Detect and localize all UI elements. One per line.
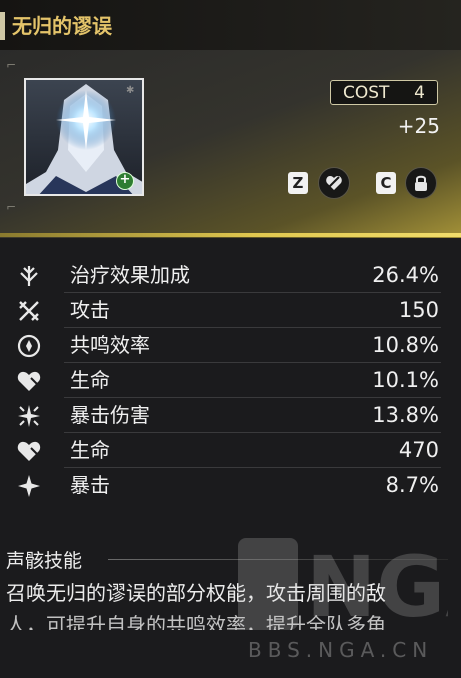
stat-name: 生命 xyxy=(70,438,110,462)
header-accent-bar xyxy=(0,12,5,40)
stat-name: 攻击 xyxy=(70,298,110,322)
svg-text:NGA: NGA xyxy=(306,538,448,630)
stat-value: 10.1% xyxy=(372,368,439,392)
stat-row: 治疗效果加成 26.4% xyxy=(0,258,461,293)
header: 无归的谬误 xyxy=(0,0,461,50)
watermark-text: BBS.NGA.CN xyxy=(248,638,434,662)
lock-icon xyxy=(415,175,427,191)
stat-name: 生命 xyxy=(70,368,110,392)
stat-row: 共鸣效率 10.8% xyxy=(0,328,461,363)
stat-name: 暴击 xyxy=(70,473,110,497)
discard-heart-icon xyxy=(326,176,342,190)
stat-row: 暴击伤害 13.8% xyxy=(0,398,461,433)
stat-value: 150 xyxy=(398,298,439,322)
echo-title: 无归的谬误 xyxy=(12,14,112,38)
rarity-bar xyxy=(0,233,461,237)
corner-mark-bottom: ⌐ xyxy=(6,200,17,214)
z-key-hint: Z xyxy=(288,172,308,194)
stat-value: 8.7% xyxy=(385,473,439,497)
hp-icon xyxy=(17,441,41,461)
corner-mark-top: ⌐ xyxy=(6,58,17,72)
stat-value: 13.8% xyxy=(372,403,439,427)
stat-row: 生命 470 xyxy=(0,433,461,468)
stat-row: 暴击 8.7% xyxy=(0,468,461,503)
stat-name: 暴击伤害 xyxy=(70,403,150,427)
stat-value: 26.4% xyxy=(372,263,439,287)
stat-row: 生命 10.1% xyxy=(0,363,461,398)
stat-row: 攻击 150 xyxy=(0,293,461,328)
lock-toggle-button[interactable] xyxy=(405,167,437,199)
stat-name: 治疗效果加成 xyxy=(70,263,190,287)
echo-level: +25 xyxy=(397,114,440,138)
stat-value: 470 xyxy=(398,438,439,462)
cost-value: 4 xyxy=(414,82,425,103)
discard-toggle-button[interactable] xyxy=(318,167,350,199)
stat-name: 共鸣效率 xyxy=(70,333,150,357)
hp-icon xyxy=(17,371,41,391)
nga-watermark-logo: NGA xyxy=(238,538,448,630)
cost-badge: COST 4 xyxy=(330,80,438,105)
portrait-lock-dot: ✱ xyxy=(126,85,135,96)
energy-regen-icon xyxy=(17,334,41,358)
attack-icon xyxy=(19,301,39,321)
skill-section-title: 声骸技能 xyxy=(6,550,83,572)
stat-value: 10.8% xyxy=(372,333,439,357)
cost-label: COST xyxy=(343,82,390,103)
crit-damage-icon xyxy=(18,405,40,427)
crit-rate-icon xyxy=(18,475,40,497)
upgrade-plus-icon[interactable]: + xyxy=(116,172,134,190)
healing-bonus-icon xyxy=(20,266,38,286)
c-key-hint: C xyxy=(376,172,396,194)
